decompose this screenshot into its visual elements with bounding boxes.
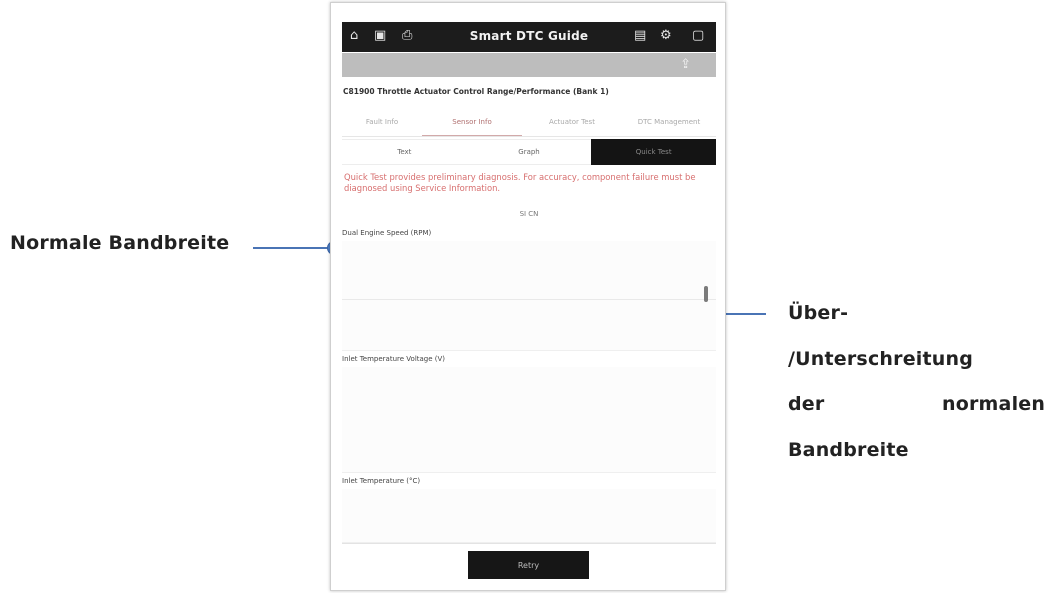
parameter-chart <box>342 241 716 351</box>
window-icon[interactable]: ▢ <box>692 29 704 43</box>
unit-toggle[interactable]: SI CN <box>342 210 716 218</box>
parameter-label: Inlet Temperature (°C) <box>342 477 421 485</box>
parameter-engine-speed: Dual Engine Speed (RPM) <box>342 229 716 351</box>
parameter-chart <box>342 367 716 473</box>
tab-dtc-management[interactable]: DTC Management <box>622 108 716 136</box>
segment-graph[interactable]: Graph <box>466 139 592 165</box>
annotation-out-of-range-line2: /Unterschreitung <box>788 348 974 370</box>
retry-button[interactable]: Retry <box>468 551 589 579</box>
tab-bar: Fault Info Sensor Info Actuator Test DTC… <box>342 108 716 137</box>
view-segment-control: Text Graph Quick Test <box>342 139 717 165</box>
tab-sensor-info[interactable]: Sensor Info <box>422 108 522 136</box>
chart-scroll-handle[interactable] <box>704 286 708 302</box>
parameter-inlet-temp: Inlet Temperature (°C) <box>342 477 716 543</box>
app-header: ⌂ ▣ ⎙ Smart DTC Guide ▤ ⚙ ▢ <box>342 22 716 52</box>
annotation-out-of-range-line4: normalen <box>942 393 1044 415</box>
annotation-normal-range-label: Normale Bandbreite <box>10 232 230 254</box>
tab-fault-info[interactable]: Fault Info <box>342 108 422 136</box>
parameter-chart <box>342 489 716 543</box>
toolbar: ⇪ <box>342 53 716 77</box>
normal-band-upper-line <box>342 299 716 300</box>
segment-quick-test[interactable]: Quick Test <box>591 139 717 165</box>
segment-text[interactable]: Text <box>342 139 467 165</box>
tab-actuator-test[interactable]: Actuator Test <box>522 108 622 136</box>
parameter-label: Dual Engine Speed (RPM) <box>342 229 432 237</box>
parameter-inlet-temp-voltage: Inlet Temperature Voltage (V) <box>342 355 716 473</box>
screenshot-icon[interactable]: ▤ <box>634 29 646 43</box>
annotation-out-of-range-line3: der <box>788 393 825 415</box>
settings-icon[interactable]: ⚙ <box>660 29 672 43</box>
annotation-out-of-range-line5: Bandbreite <box>788 439 909 461</box>
quick-test-warning: Quick Test provides preliminary diagnosi… <box>344 172 696 193</box>
parameter-label: Inlet Temperature Voltage (V) <box>342 355 446 363</box>
device-screenshot: ⌂ ▣ ⎙ Smart DTC Guide ▤ ⚙ ▢ ⇪ C81900 Thr… <box>330 2 726 591</box>
annotation-out-of-range-line1: Über- <box>788 302 849 324</box>
bottom-divider <box>342 543 716 544</box>
export-icon[interactable]: ⇪ <box>680 57 691 72</box>
tab-divider <box>342 136 716 137</box>
dtc-title: C81900 Throttle Actuator Control Range/P… <box>343 87 609 96</box>
annotation-normal-range-line <box>253 247 331 249</box>
